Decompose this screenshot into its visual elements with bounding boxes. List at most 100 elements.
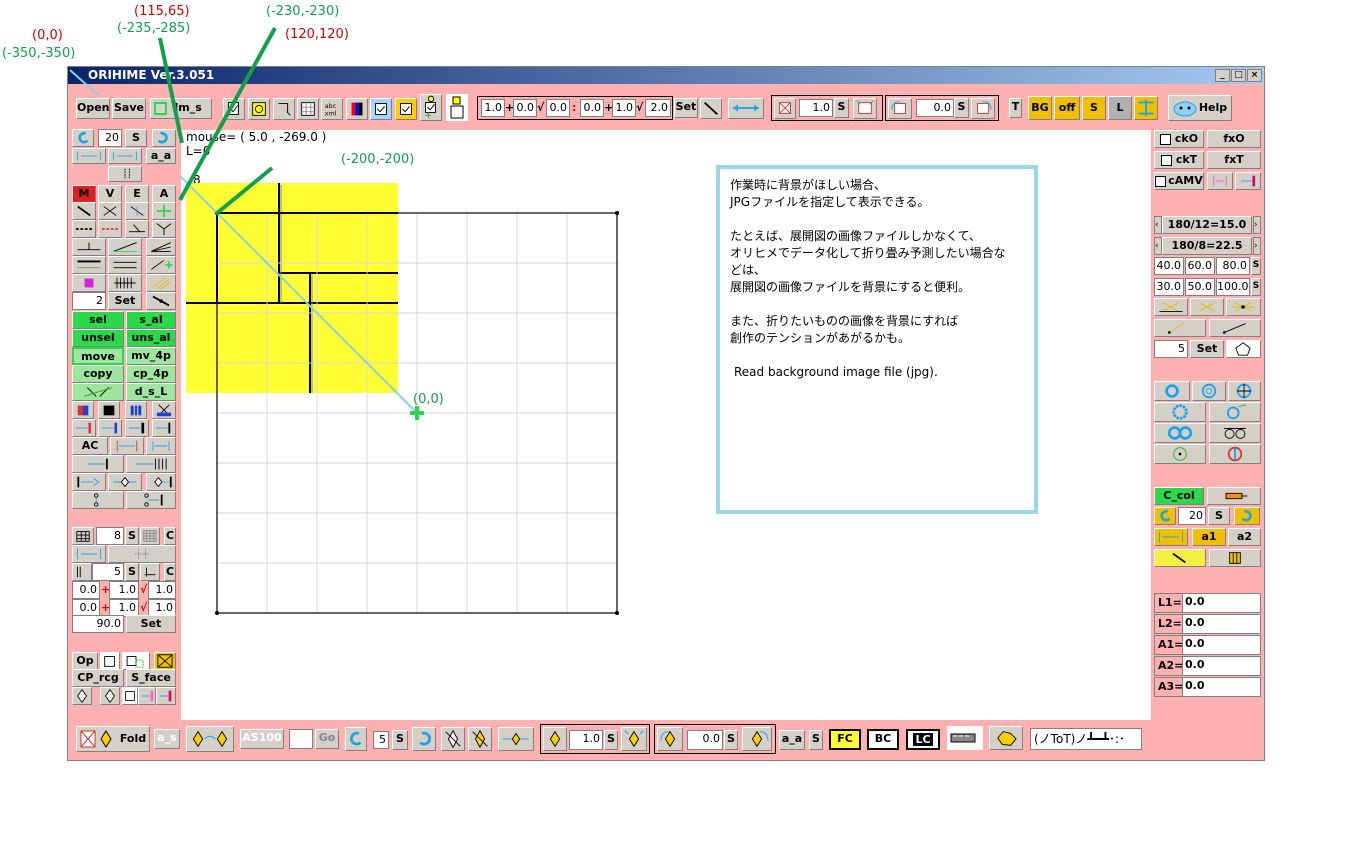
small-square-icon[interactable] (446, 94, 468, 121)
grid-interval-field[interactable]: 5 (92, 563, 124, 581)
angle1-next-icon[interactable]: › (1253, 216, 1261, 234)
angle-line-icon[interactable] (108, 238, 142, 256)
close-button[interactable]: × (1247, 69, 1262, 82)
angle-line-icon-r[interactable] (1154, 319, 1206, 337)
maximize-button[interactable]: □ (1231, 69, 1246, 82)
bottom-redo-icon[interactable] (412, 727, 436, 751)
draw-segment-icon[interactable] (72, 202, 96, 220)
circle-tangent-icon[interactable] (1209, 402, 1261, 422)
a-s-button[interactable]: a_s (154, 729, 180, 749)
parallel-lines-icon[interactable] (72, 256, 106, 274)
bg-off-button[interactable]: off (1054, 96, 1080, 120)
redo-yellow-icon[interactable] (1234, 507, 1260, 525)
select-rect-icon[interactable] (273, 98, 295, 120)
circle-point-icon[interactable] (1154, 444, 1206, 464)
a2-value-field[interactable]: 0.0 (1182, 656, 1261, 676)
angle-a3-field[interactable]: 80.0 (1216, 257, 1250, 275)
scale-s-button[interactable]: S (834, 98, 849, 118)
op-fold-icon[interactable] (122, 652, 150, 670)
measure-line-icon[interactable] (1154, 549, 1206, 567)
select-face-button[interactable]: S_face (126, 669, 176, 687)
polygon-count-field[interactable]: 5 (1154, 340, 1188, 358)
fold-rotate-field[interactable]: 0.0 (687, 730, 723, 750)
grid-interval-2-icon[interactable] (140, 563, 160, 581)
param-field-6[interactable]: 2.0 (645, 99, 671, 117)
dotted-red-icon[interactable] (98, 220, 122, 238)
measure-bars-icon[interactable] (1209, 549, 1261, 567)
circle-invert-icon[interactable] (1209, 444, 1261, 464)
op-cross-icon[interactable] (154, 652, 176, 670)
front-color-button[interactable]: FC (829, 729, 861, 750)
arrow-right-line-icon[interactable] (72, 455, 124, 473)
arrow-to-line-icon[interactable] (152, 419, 176, 437)
a3-value-field[interactable]: 0.0 (1182, 677, 1261, 697)
diamond-small-icon[interactable] (72, 687, 92, 705)
circle-grid-icon[interactable] (1228, 381, 1261, 401)
fold-rotate-s-button[interactable]: S (724, 730, 738, 750)
save-button[interactable]: Save (112, 98, 146, 119)
grid-b1-field[interactable]: 1.0 (109, 581, 139, 599)
angle-b2-field[interactable]: 50.0 (1185, 278, 1215, 296)
vertical-split-line-icon[interactable] (126, 491, 176, 509)
perpendicular-icon[interactable] (152, 202, 176, 220)
angle-a2-field[interactable]: 60.0 (1185, 257, 1215, 275)
angle-cross-3-icon[interactable] (1226, 298, 1261, 316)
add-point-icon[interactable] (146, 256, 176, 274)
fold-scale-down-icon[interactable] (543, 727, 567, 751)
shadow-icon[interactable] (947, 726, 983, 750)
grid-interval-s-button[interactable]: S (125, 563, 139, 581)
check-icon[interactable] (223, 98, 245, 120)
angle-cross-2-icon[interactable] (1190, 298, 1224, 316)
rotate-s-button[interactable]: S (954, 98, 969, 118)
circle-check-icon[interactable] (248, 98, 270, 120)
redo-icon[interactable] (152, 129, 176, 147)
check-blue-icon[interactable] (370, 98, 392, 120)
right-undo-s-button[interactable]: S (1208, 507, 1230, 525)
width-yellow-icon[interactable] (1154, 528, 1188, 546)
delete-select-icon[interactable] (72, 383, 124, 401)
fold-scale-field[interactable]: 1.0 (569, 730, 603, 750)
go-button[interactable]: Go (315, 729, 339, 749)
fill-black-icon[interactable] (98, 401, 120, 419)
copy-4p-button[interactable]: cp_4p (126, 365, 176, 383)
circle-concentric-icon[interactable] (1192, 381, 1226, 401)
flip-diamond-icon[interactable] (441, 727, 465, 751)
polygon-set-button[interactable]: Set (1190, 340, 1224, 358)
grid-angle-field[interactable]: 90.0 (72, 615, 124, 633)
t-button[interactable]: T (1009, 98, 1022, 118)
bg-image-icon[interactable] (1134, 96, 1158, 120)
color-picker-icon[interactable] (1207, 487, 1261, 505)
edge-line-button[interactable]: E (125, 185, 149, 203)
fold-scale-s-button[interactable]: S (604, 730, 618, 750)
angle2-next-icon[interactable]: › (1253, 237, 1261, 255)
scale-up-icon[interactable] (853, 98, 877, 119)
bisect-icon[interactable] (125, 202, 149, 220)
copy-button[interactable]: copy (72, 365, 124, 383)
scissors-icon[interactable] (152, 401, 176, 419)
bars-icon[interactable] (125, 401, 147, 419)
division-set-button[interactable]: Set (108, 292, 142, 310)
camv-arrow-2-icon[interactable] (1235, 172, 1261, 190)
small-check-icon[interactable] (122, 687, 138, 705)
param-set-button[interactable]: Set (674, 98, 698, 118)
select-all-button[interactable]: s_al (126, 311, 176, 329)
grid-icon[interactable] (72, 527, 94, 545)
ckt-button[interactable]: ckT (1154, 151, 1204, 169)
angle2-prev-icon[interactable]: ‹ (1154, 237, 1162, 255)
check-plus-icon[interactable] (420, 94, 442, 121)
crumple-icon[interactable] (989, 726, 1023, 750)
pentagon-icon[interactable] (1226, 340, 1261, 358)
angle-a-s-button[interactable]: S (1251, 257, 1261, 275)
angle-b1-field[interactable]: 30.0 (1154, 278, 1184, 296)
angle1-button[interactable]: 180/12=15.0 (1162, 216, 1252, 234)
arrow-to-blue-icon[interactable] (98, 419, 122, 437)
grid-shift-icon[interactable] (108, 545, 176, 563)
delete-segment-button[interactable]: d_s_L (126, 383, 176, 401)
measure-loop-icon[interactable] (146, 437, 176, 455)
fork-line-icon[interactable] (152, 220, 176, 238)
diamond-arrows-icon[interactable] (498, 727, 534, 751)
angle-cross-icon[interactable] (1154, 298, 1188, 316)
bottom-undo-s-button[interactable]: S (392, 730, 408, 750)
unselect-all-button[interactable]: uns_al (126, 329, 176, 347)
dotted-line-icon[interactable] (72, 220, 96, 238)
